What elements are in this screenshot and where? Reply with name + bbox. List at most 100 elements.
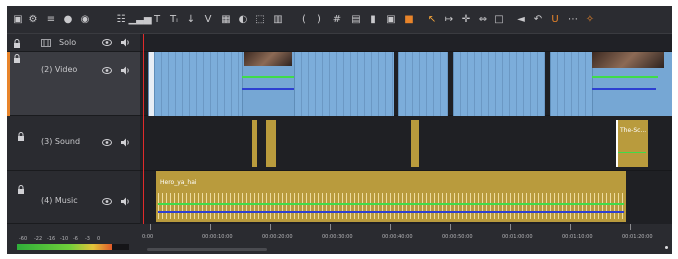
horizontal-scrollbar[interactable] (147, 248, 267, 251)
pan-line[interactable] (158, 211, 624, 213)
media-icon[interactable]: ◉ (78, 12, 92, 27)
motion-icon[interactable]: V (201, 12, 215, 27)
trim-tool-icon[interactable]: ↦ (442, 12, 456, 27)
speaker-icon[interactable] (121, 138, 130, 147)
select-tool-icon[interactable]: ↖ (425, 12, 439, 27)
ruler-tick-mark (150, 224, 151, 230)
timeline-area[interactable]: The-Sc... Hero_ya_hai (140, 34, 672, 224)
group-icon[interactable]: ▤ (349, 12, 363, 27)
ruler-tick-label: 00:01:10:00 (562, 234, 593, 240)
vu-scale-label: -6 (73, 236, 78, 242)
ruler-tick-label: 00:00:40:00 (382, 234, 413, 240)
audio-clip[interactable] (411, 120, 419, 167)
lane-solo (140, 34, 672, 52)
lock-icon[interactable] (13, 54, 21, 63)
clip-label: Hero_ya_hai (160, 179, 197, 186)
lane-video[interactable] (140, 52, 672, 116)
ruler-tick-mark (270, 224, 271, 230)
visibility-eye-icon[interactable] (102, 198, 112, 205)
video-clip[interactable] (453, 52, 545, 116)
video-clip[interactable] (154, 52, 242, 116)
undo-icon[interactable]: ↶ (531, 12, 545, 27)
visibility-eye-icon[interactable] (102, 39, 112, 46)
speaker-icon[interactable] (121, 66, 130, 75)
lane-music[interactable]: Hero_ya_hai (140, 171, 672, 224)
mark-color-icon[interactable]: ■ (402, 12, 416, 27)
video-thumbnail (592, 52, 664, 68)
audio-clip[interactable] (266, 120, 276, 167)
vu-scale-label: -60 (19, 236, 28, 242)
video-clip[interactable] (398, 52, 448, 116)
video-editor-window: ▣ ⚙ ≡ ● ◉ ☷ ▁▃▅ T Tᵢ ↓ V ▦ ◐ ⬚ ▥() # ▤ ▮ ▣ ■ ↖ ↦ ✛ ⇔ □ ◄ ↶ U ⋯ ✧ Solo… (7, 6, 672, 254)
lock-icon[interactable] (17, 132, 25, 141)
slip-tool-icon[interactable]: ⇔ (476, 12, 490, 27)
vu-scale-label: 0 (97, 236, 101, 242)
track-label-sound[interactable]: (3) Sound (41, 137, 80, 146)
volume-line[interactable] (158, 203, 624, 205)
track-label-solo: Solo (59, 38, 77, 47)
lane-sound[interactable]: The-Sc... (140, 116, 672, 171)
audio-clip[interactable] (252, 120, 257, 167)
video-clip[interactable] (550, 52, 592, 116)
video-clip[interactable] (294, 52, 394, 116)
timeline-toolbar: ▣ ⚙ ≡ ● ◉ ☷ ▁▃▅ T Tᵢ ↓ V ▦ ◐ ⬚ ▥() # ▤ ▮ ▣ ■ ↖ ↦ ✛ ⇔ □ ◄ ↶ U ⋯ ✧ (7, 6, 672, 34)
ruler-tick-label: 00:00:10:00 (202, 234, 233, 240)
crop-icon[interactable]: ⬚ (253, 12, 267, 27)
vu-scale-label: -22 (34, 236, 43, 242)
move-tool-icon[interactable]: ✛ (459, 12, 473, 27)
speaker-icon[interactable] (121, 38, 130, 47)
lock-icon[interactable] (13, 39, 21, 48)
more-icon[interactable]: ⋯ (566, 12, 580, 27)
track-header-sound[interactable]: (3) Sound (7, 116, 140, 171)
settings-icon[interactable]: ⚙ (26, 12, 40, 27)
track-header-solo[interactable]: Solo (7, 34, 140, 52)
visibility-eye-icon[interactable] (102, 67, 112, 74)
display-icon[interactable]: ▣ (11, 12, 25, 27)
track-label-video[interactable]: (2) Video (41, 65, 77, 74)
link-icon[interactable]: ▮ (366, 12, 380, 27)
zoom-out-icon[interactable]: ◄ (514, 12, 528, 27)
ruler-tick-label: 00:01:00:00 (502, 234, 533, 240)
vu-meter (17, 244, 129, 250)
playhead[interactable] (143, 34, 144, 230)
track-header-video[interactable]: (2) Video (7, 52, 140, 116)
audio-levels-icon[interactable]: ▁▃▅ (128, 12, 151, 27)
marker-icon[interactable]: ↓ (184, 12, 198, 27)
record-icon[interactable]: ● (61, 12, 75, 27)
scroll-end-marker[interactable] (665, 246, 668, 249)
vu-scale-label: -16 (47, 236, 56, 242)
magic-icon[interactable]: ✧ (583, 12, 597, 27)
ruler-tick-label: 00:01:20:00 (622, 234, 653, 240)
video-thumbnail (244, 52, 292, 66)
razor-icon[interactable]: # (330, 12, 344, 27)
snap-icon[interactable]: ≡ (44, 12, 58, 27)
split-right-icon[interactable]: ) (312, 12, 326, 27)
stabilize-icon[interactable]: ▥ (271, 12, 285, 27)
title-icon[interactable]: T (150, 12, 164, 27)
subtitle-icon[interactable]: Tᵢ (167, 12, 181, 27)
track-label-music[interactable]: (4) Music (41, 196, 78, 205)
ruler-tick-mark (570, 224, 571, 230)
mixer-icon[interactable]: ☷ (114, 12, 128, 27)
volume-line[interactable] (592, 76, 658, 78)
speaker-icon[interactable] (121, 197, 130, 206)
ruler-tick-label: 0:00 (142, 234, 154, 240)
lock-icon[interactable] (17, 185, 25, 194)
delete-icon[interactable]: ▣ (384, 12, 398, 27)
split-left-icon[interactable]: ( (297, 12, 311, 27)
magnet-icon[interactable]: U (548, 12, 562, 27)
film-icon (41, 39, 51, 47)
track-header-music[interactable]: (4) Music (7, 171, 140, 224)
vu-scale-label: -3 (85, 236, 90, 242)
pan-line[interactable] (242, 88, 294, 90)
visibility-eye-icon[interactable] (102, 139, 112, 146)
ruler-tick-mark (450, 224, 451, 230)
volume-line[interactable] (618, 152, 646, 153)
clip-label: The-Sc... (620, 127, 647, 134)
color-icon[interactable]: ◐ (236, 12, 250, 27)
ruler-tick-label: 00:00:30:00 (322, 234, 353, 240)
volume-line[interactable] (242, 76, 294, 78)
fit-icon[interactable]: □ (492, 12, 506, 27)
storyboard-icon[interactable]: ▦ (219, 12, 233, 27)
pan-line[interactable] (592, 88, 656, 90)
